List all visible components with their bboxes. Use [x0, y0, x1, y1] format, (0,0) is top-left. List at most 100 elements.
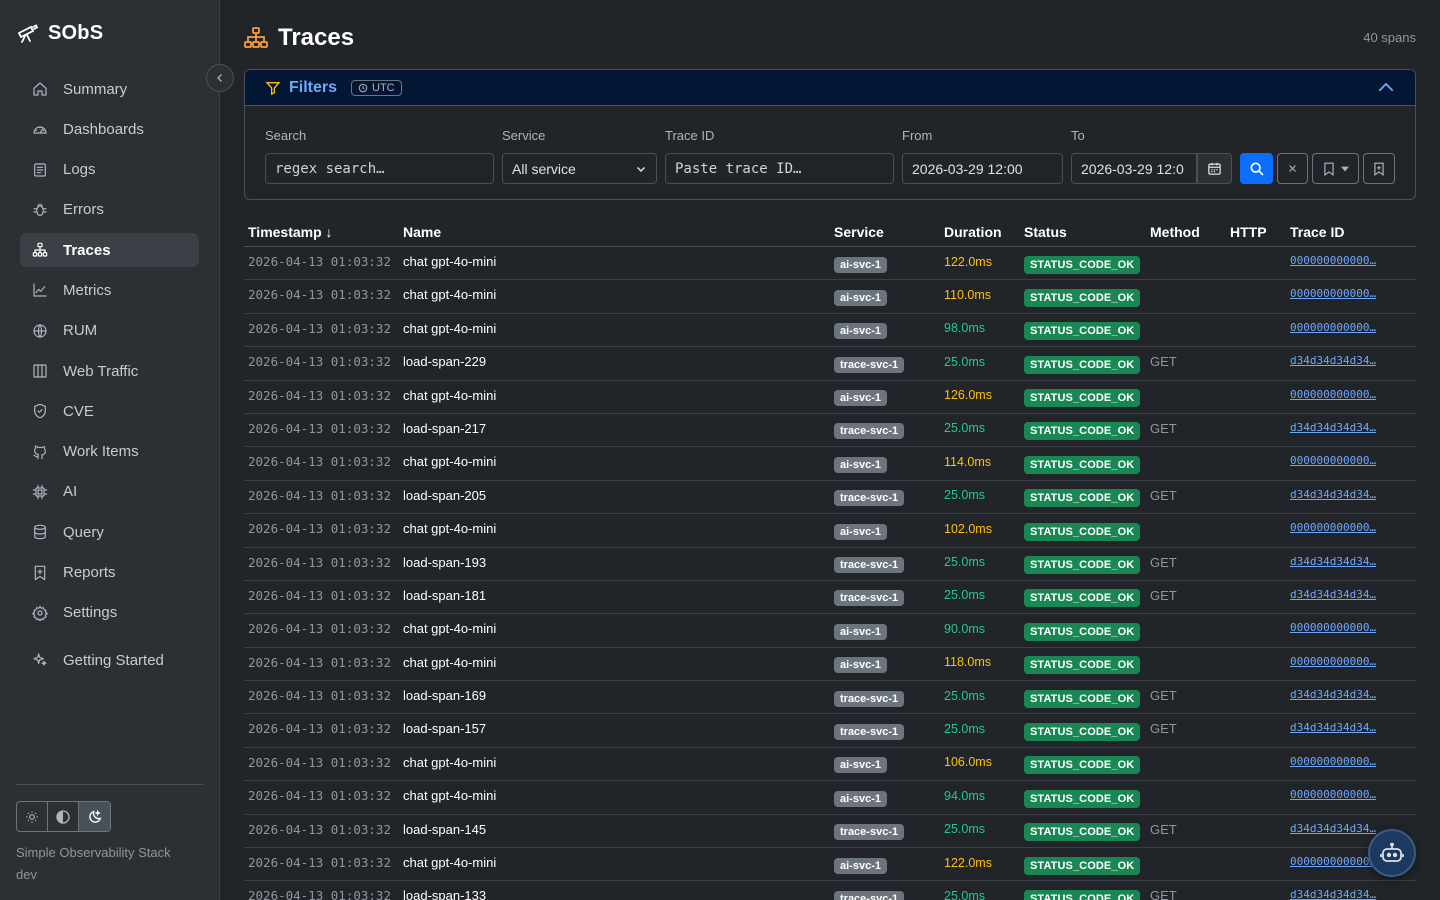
sidebar-item-summary[interactable]: Summary: [20, 72, 199, 106]
service-badge[interactable]: trace-svc-1: [834, 557, 905, 574]
filters-header[interactable]: Filters UTC: [245, 70, 1415, 106]
search-input[interactable]: regex search…: [265, 153, 494, 184]
trace-id-link[interactable]: 000000000000…: [1290, 244, 1390, 277]
trace-id-link[interactable]: d34d34d34d34…: [1290, 545, 1390, 578]
service-badge[interactable]: trace-svc-1: [834, 423, 905, 440]
table-row[interactable]: 2026-04-13 01:03:32 chat gpt-4o-mini ai-sv…: [244, 381, 1416, 414]
brand[interactable]: SObS: [16, 20, 103, 47]
trace-id-link[interactable]: 000000000000…: [1290, 311, 1390, 344]
sidebar-item-cve[interactable]: CVE: [20, 394, 199, 428]
column-header-method[interactable]: Method: [1150, 215, 1200, 248]
trace-id-link[interactable]: 000000000000…: [1290, 378, 1390, 411]
light-theme-button[interactable]: [17, 802, 48, 831]
status-badge: STATUS_CODE_OK: [1024, 556, 1141, 575]
service-badge[interactable]: ai-svc-1: [834, 657, 887, 674]
trace-id-link[interactable]: 000000000000…: [1290, 745, 1390, 778]
sidebar-item-metrics[interactable]: Metrics: [20, 273, 199, 307]
table-row[interactable]: 2026-04-13 01:03:32 chat gpt-4o-mini ai-sv…: [244, 311, 1416, 348]
dark-theme-button[interactable]: [79, 802, 110, 831]
trace-id-link[interactable]: 000000000000…: [1290, 645, 1390, 678]
service-select[interactable]: All service: [502, 153, 657, 184]
table-row[interactable]: 2026-04-13 01:03:32 load-span-145 trace-sv…: [244, 815, 1416, 849]
trace-id-link[interactable]: d34d34d34d34…: [1290, 344, 1390, 377]
service-badge[interactable]: trace-svc-1: [834, 490, 905, 507]
service-badge[interactable]: trace-svc-1: [834, 356, 905, 373]
table-row[interactable]: 2026-04-13 01:03:32 chat gpt-4o-mini ai-sv…: [244, 745, 1416, 782]
ai-assistant-button[interactable]: [1368, 829, 1416, 877]
service-badge[interactable]: trace-svc-1: [834, 723, 905, 740]
trace-id-link[interactable]: d34d34d34d34…: [1290, 411, 1390, 444]
sidebar-item-logs[interactable]: Logs: [20, 153, 199, 187]
column-header-duration[interactable]: Duration: [944, 215, 1002, 248]
service-badge[interactable]: ai-svc-1: [834, 623, 887, 640]
sidebar-item-web-traffic[interactable]: Web Traffic: [20, 354, 199, 388]
service-badge[interactable]: ai-svc-1: [834, 456, 887, 473]
service-badge[interactable]: ai-svc-1: [834, 390, 887, 407]
trace-id-link[interactable]: d34d34d34d34…: [1290, 711, 1390, 744]
sidebar-item-traces[interactable]: Traces: [20, 233, 199, 268]
trace-id-link[interactable]: 000000000000…: [1290, 444, 1390, 477]
service-badge[interactable]: ai-svc-1: [834, 289, 887, 306]
table-row[interactable]: 2026-04-13 01:03:32 load-span-157 trace-sv…: [244, 711, 1416, 748]
service-badge[interactable]: ai-svc-1: [834, 323, 887, 340]
sidebar-item-ai[interactable]: AI: [20, 475, 199, 509]
from-date-input[interactable]: 2026-03-29 12:00: [902, 153, 1063, 184]
table-row[interactable]: 2026-04-13 01:03:32 chat gpt-4o-mini ai-sv…: [244, 511, 1416, 548]
table-row[interactable]: 2026-04-13 01:03:32 chat gpt-4o-mini ai-sv…: [244, 277, 1416, 314]
sidebar-item-rum[interactable]: RUM: [20, 314, 199, 348]
bookmark-plus-icon: [1374, 162, 1384, 176]
trace-id-link[interactable]: d34d34d34d34…: [1290, 878, 1390, 900]
table-row[interactable]: 2026-04-13 01:03:32 load-span-169 trace-sv…: [244, 678, 1416, 715]
trace-id-input[interactable]: Paste trace ID…: [665, 153, 894, 184]
sidebar-item-getting-started[interactable]: Getting Started: [20, 643, 199, 677]
chevron-up-icon[interactable]: [1377, 80, 1395, 97]
table-row[interactable]: 2026-04-13 01:03:32 chat gpt-4o-mini ai-sv…: [244, 244, 1416, 281]
service-badge[interactable]: trace-svc-1: [834, 890, 905, 900]
calendar-button[interactable]: [1197, 153, 1232, 184]
trace-id-link[interactable]: d34d34d34d34…: [1290, 678, 1390, 711]
table-row[interactable]: 2026-04-13 01:03:32 load-span-229 trace-sv…: [244, 344, 1416, 381]
sidebar-item-work-items[interactable]: Work Items: [20, 435, 199, 469]
service-badge[interactable]: ai-svc-1: [834, 757, 887, 774]
service-badge[interactable]: trace-svc-1: [834, 824, 905, 841]
collapse-sidebar-button[interactable]: [206, 64, 234, 92]
trace-id-link[interactable]: 000000000000…: [1290, 511, 1390, 544]
column-header-timestamp[interactable]: Timestamp ↓: [248, 215, 333, 248]
auto-theme-button[interactable]: [48, 802, 79, 831]
service-badge[interactable]: trace-svc-1: [834, 590, 905, 607]
column-header-status[interactable]: Status: [1024, 215, 1067, 248]
service-badge[interactable]: trace-svc-1: [834, 690, 905, 707]
table-row[interactable]: 2026-04-13 01:03:32 load-span-181 trace-sv…: [244, 578, 1416, 615]
service-badge[interactable]: ai-svc-1: [834, 790, 887, 807]
trace-id-link[interactable]: 000000000000…: [1290, 277, 1390, 310]
clear-filters-button[interactable]: [1277, 153, 1308, 184]
search-button[interactable]: [1240, 153, 1273, 184]
sidebar-item-dashboards[interactable]: Dashboards: [20, 112, 199, 146]
saved-filters-dropdown[interactable]: [1312, 153, 1359, 184]
column-header-http[interactable]: HTTP: [1230, 215, 1267, 248]
sidebar-item-settings[interactable]: Settings: [20, 596, 199, 630]
service-badge[interactable]: ai-svc-1: [834, 857, 887, 874]
to-date-input[interactable]: 2026-03-29 12:0: [1071, 153, 1197, 184]
trace-id-link[interactable]: 000000000000…: [1290, 778, 1390, 811]
table-row[interactable]: 2026-04-13 01:03:32 load-span-193 trace-sv…: [244, 548, 1416, 581]
sidebar-item-errors[interactable]: Errors: [20, 193, 199, 227]
table-row[interactable]: 2026-04-13 01:03:32 chat gpt-4o-mini ai-sv…: [244, 778, 1416, 815]
table-row[interactable]: 2026-04-13 01:03:32 load-span-205 trace-sv…: [244, 478, 1416, 515]
sidebar-item-query[interactable]: Query: [20, 515, 199, 549]
table-row[interactable]: 2026-04-13 01:03:32 chat gpt-4o-mini ai-sv…: [244, 611, 1416, 648]
save-filter-button[interactable]: [1363, 153, 1395, 184]
table-row[interactable]: 2026-04-13 01:03:32 load-span-217 trace-sv…: [244, 411, 1416, 448]
trace-id-link[interactable]: d34d34d34d34…: [1290, 578, 1390, 611]
service-badge[interactable]: ai-svc-1: [834, 523, 887, 540]
table-row[interactable]: 2026-04-13 01:03:32 chat gpt-4o-mini ai-sv…: [244, 848, 1416, 882]
trace-id-link[interactable]: 000000000000…: [1290, 611, 1390, 644]
column-header-name[interactable]: Name: [403, 215, 441, 248]
service-badge[interactable]: ai-svc-1: [834, 256, 887, 273]
trace-id-link[interactable]: d34d34d34d34…: [1290, 478, 1390, 511]
table-row[interactable]: 2026-04-13 01:03:32 load-span-133 trace-sv…: [244, 881, 1416, 900]
sidebar-item-reports[interactable]: Reports: [20, 556, 199, 590]
table-row[interactable]: 2026-04-13 01:03:32 chat gpt-4o-mini ai-sv…: [244, 444, 1416, 481]
column-header-service[interactable]: Service: [834, 215, 884, 248]
table-row[interactable]: 2026-04-13 01:03:32 chat gpt-4o-mini ai-sv…: [244, 645, 1416, 682]
